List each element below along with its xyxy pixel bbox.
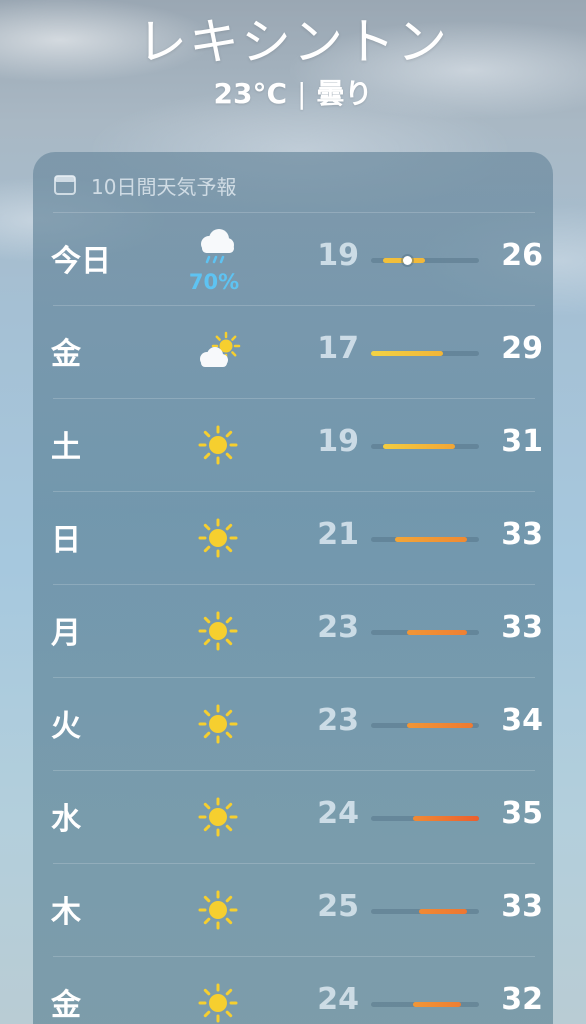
high-temperature: 32 [501, 982, 543, 1017]
forecast-row[interactable]: 金 24 32 [33, 956, 553, 1024]
sun-icon [183, 503, 253, 573]
precipitation-chance: 70% [188, 270, 240, 294]
forecast-row[interactable]: 火 23 34 [33, 677, 553, 770]
low-temperature: 23 [317, 703, 359, 738]
row-divider [53, 491, 535, 492]
conditions-separator: | [297, 77, 307, 110]
row-divider [53, 770, 535, 771]
temperature-range-fill [383, 444, 455, 449]
high-temperature: 33 [501, 889, 543, 924]
temperature-range-bar [371, 256, 479, 265]
temperature-range-bar [371, 1002, 479, 1007]
sun-icon [183, 689, 253, 759]
forecast-row[interactable]: 水 24 35 [33, 770, 553, 863]
temperature-range-fill [407, 630, 467, 635]
low-temperature: 23 [317, 610, 359, 645]
ten-day-forecast-card[interactable]: 10日間天気予報 今日 70% 19 26 金 17 29 土 19 31 日 21 33 月 23 33… [33, 152, 553, 1024]
temperature-range-bar [371, 444, 479, 449]
day-label: 火 [51, 709, 81, 744]
temperature-range-fill [413, 1002, 461, 1007]
low-temperature: 17 [317, 331, 359, 366]
day-label: 木 [51, 895, 81, 930]
temperature-range-bar [371, 630, 479, 635]
temperature-range-fill [371, 351, 443, 356]
day-label: 日 [51, 523, 81, 558]
row-divider [53, 677, 535, 678]
current-temperature: 23°C [213, 77, 288, 110]
low-temperature: 24 [317, 982, 359, 1017]
current-conditions: 23°C | 曇り [0, 72, 586, 112]
temperature-range-bar [371, 816, 479, 821]
high-temperature: 33 [501, 610, 543, 645]
high-temperature: 29 [501, 331, 543, 366]
day-label: 土 [51, 430, 81, 465]
day-label: 金 [51, 988, 81, 1023]
low-temperature: 19 [317, 238, 359, 273]
day-label: 金 [51, 337, 81, 372]
temperature-range-fill [395, 537, 467, 542]
temperature-range-bar [371, 351, 479, 356]
forecast-row[interactable]: 日 21 33 [33, 491, 553, 584]
city-name: レキシントン [137, 13, 449, 71]
forecast-row[interactable]: 木 25 33 [33, 863, 553, 956]
sun-icon [183, 410, 253, 480]
sun-icon [183, 782, 253, 852]
temperature-range-bar [371, 909, 479, 914]
row-divider [53, 212, 535, 213]
high-temperature: 35 [501, 796, 543, 831]
sun-icon [183, 968, 253, 1024]
low-temperature: 25 [317, 889, 359, 924]
forecast-title: 10日間天気予報 [91, 174, 237, 199]
low-temperature: 21 [317, 517, 359, 552]
forecast-row[interactable]: 月 23 33 [33, 584, 553, 677]
day-label: 今日 [51, 244, 111, 279]
sun-icon [183, 875, 253, 945]
partly-sunny-icon [183, 317, 253, 387]
sun-icon [183, 596, 253, 666]
day-label: 月 [51, 616, 81, 651]
forecast-header: 10日間天気予報 [53, 170, 236, 200]
row-divider [53, 956, 535, 957]
low-temperature: 19 [317, 424, 359, 459]
temperature-range-bar [371, 723, 479, 728]
forecast-row[interactable]: 土 19 31 [33, 398, 553, 491]
day-label: 水 [51, 802, 81, 837]
row-divider [53, 863, 535, 864]
temperature-range-fill [419, 909, 467, 914]
row-divider [53, 398, 535, 399]
low-temperature: 24 [317, 796, 359, 831]
forecast-row[interactable]: 金 17 29 [33, 305, 553, 398]
current-temperature-dot [402, 256, 412, 265]
forecast-row[interactable]: 今日 70% 19 26 [33, 212, 553, 305]
temperature-range-fill [407, 723, 473, 728]
high-temperature: 33 [501, 517, 543, 552]
temperature-range-bar [371, 537, 479, 542]
current-condition: 曇り [316, 77, 373, 110]
calendar-icon [53, 173, 77, 197]
temperature-range-fill [413, 816, 479, 821]
high-temperature: 31 [501, 424, 543, 459]
high-temperature: 34 [501, 703, 543, 738]
row-divider [53, 305, 535, 306]
high-temperature: 26 [501, 238, 543, 273]
row-divider [53, 584, 535, 585]
